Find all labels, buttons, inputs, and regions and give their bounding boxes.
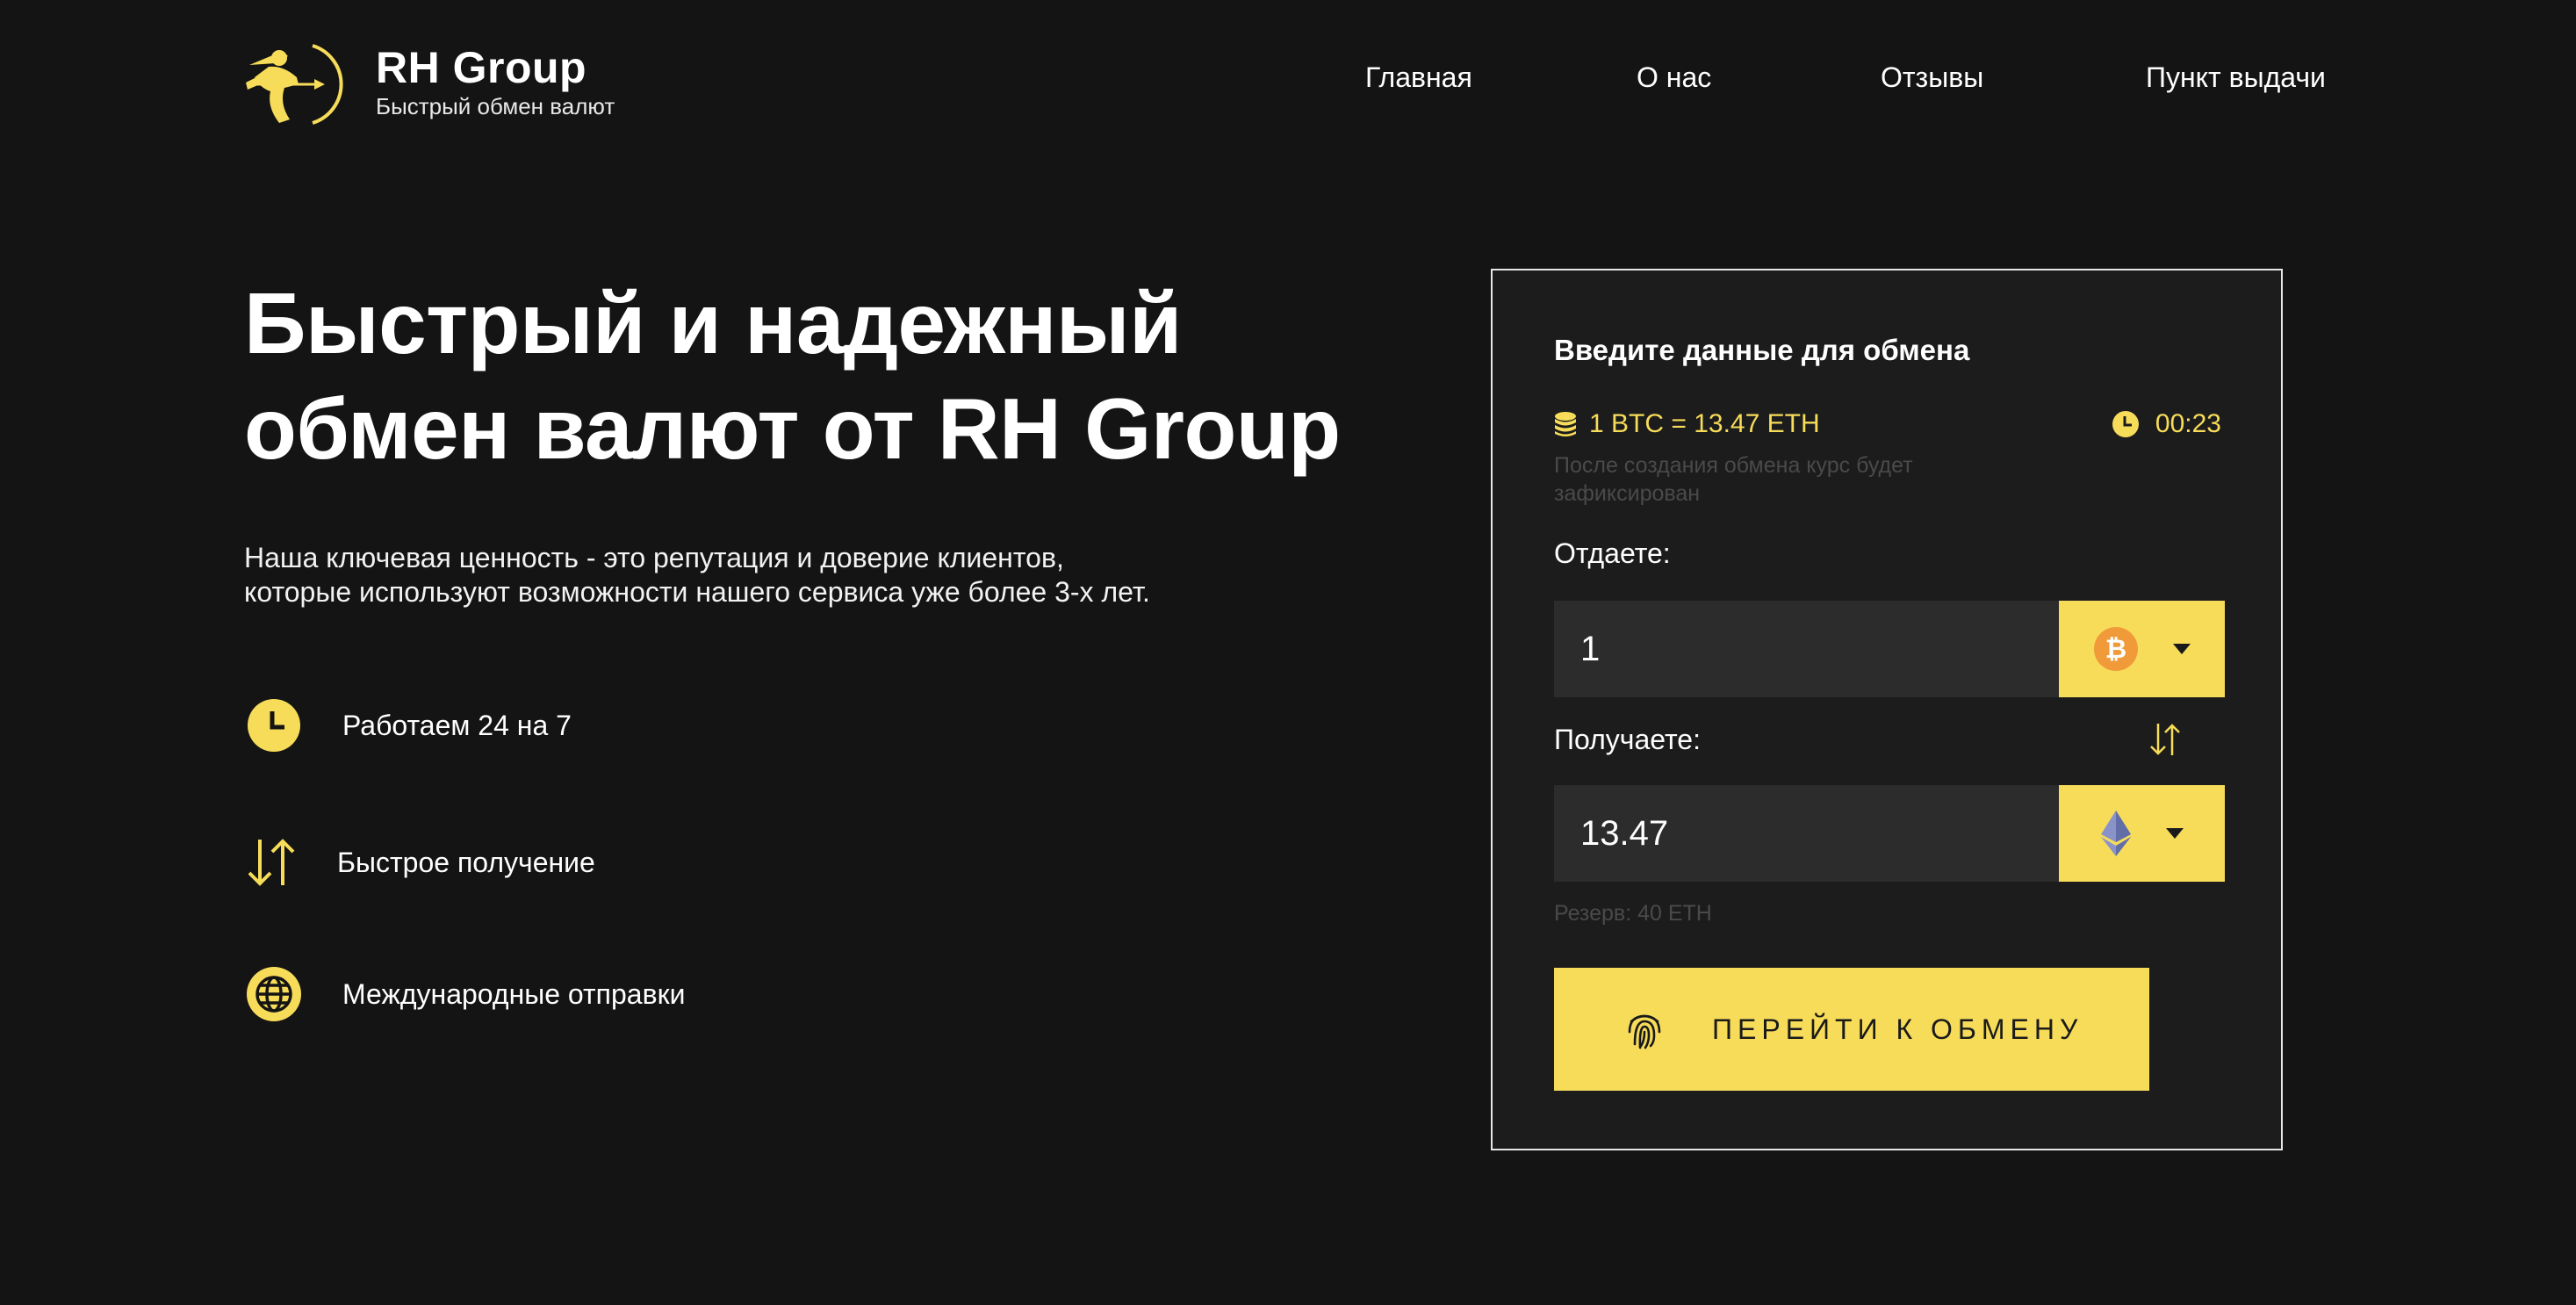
feature-24-7: Работаем 24 на 7 [244, 696, 572, 755]
receive-field [1554, 785, 2225, 882]
hero-title: Быстрый и надежный обмен валют от RH Gro… [244, 270, 1341, 481]
feature-label: Работаем 24 на 7 [342, 709, 572, 741]
coins-icon [1555, 412, 1576, 436]
exchange-submit-button[interactable]: ПЕРЕЙТИ К ОБМЕНУ [1554, 968, 2149, 1091]
archer-logo-icon [246, 44, 343, 125]
hero-desc-line1: Наша ключевая ценность - это репутация и… [244, 542, 1064, 573]
feature-international: Международные отправки [244, 964, 685, 1024]
rate-note: После создания обмена курс будет зафикси… [1554, 453, 1913, 506]
brand-name: RH Group [376, 42, 587, 92]
chevron-down-icon [2165, 828, 2184, 839]
hero-desc-line2: которые используют возможности нашего се… [244, 576, 1150, 608]
rate-text: 1 BTC = 13.47 ETH [1589, 409, 1820, 438]
brand-tagline: Быстрый обмен валют [376, 92, 615, 119]
reserve-text: Резерв: 40 ETH [1554, 901, 1712, 926]
receive-amount-input[interactable] [1554, 785, 2059, 882]
feature-label: Быстрое получение [337, 846, 595, 878]
receive-label: Получаете: [1554, 724, 1701, 755]
exchange-title: Введите данные для обмена [1554, 334, 1970, 366]
logo[interactable]: RH Group Быстрый обмен валют [244, 39, 615, 126]
nav-item-pickup[interactable]: Пункт выдачи [2146, 61, 2326, 94]
clock-icon [2112, 411, 2139, 437]
give-currency-select[interactable]: ₿ [2059, 601, 2225, 697]
hero-title-line1: Быстрый и надежный [244, 275, 1182, 371]
nav-item-home[interactable]: Главная [1365, 61, 1472, 94]
feature-label: Международные отправки [342, 977, 686, 1010]
give-amount-input[interactable] [1554, 601, 2059, 697]
fingerprint-icon [1628, 1014, 1661, 1049]
bitcoin-icon: ₿ [2093, 627, 2138, 671]
arrows-swap-icon [244, 833, 300, 892]
globe-icon [244, 964, 304, 1024]
swap-arrows-icon [2150, 724, 2180, 755]
give-field: ₿ [1554, 601, 2225, 697]
ethereum-icon [2100, 811, 2131, 856]
clock-icon [244, 696, 304, 755]
swap-button[interactable] [2146, 720, 2184, 763]
chevron-down-icon [2172, 644, 2191, 654]
receive-currency-select[interactable] [2059, 785, 2225, 882]
hero-title-line2: обмен валют от RH Group [244, 380, 1341, 477]
give-label: Отдаете: [1554, 537, 1671, 569]
feature-fast-receive: Быстрое получение [244, 833, 595, 892]
nav-item-reviews[interactable]: Отзывы [1881, 61, 1983, 94]
nav-item-about[interactable]: О нас [1637, 61, 1711, 94]
exchange-rate: 1 BTC = 13.47 ETH [1554, 409, 1820, 439]
rate-timer: 00:23 [2112, 409, 2221, 439]
hero-description: Наша ключевая ценность - это репутация и… [244, 541, 1150, 609]
timer-text: 00:23 [2155, 409, 2221, 438]
exchange-submit-label: ПЕРЕЙТИ К ОБМЕНУ [1712, 1013, 2083, 1045]
svg-text:₿: ₿ [2105, 634, 2126, 665]
exchange-card: Введите данные для обмена 1 BTC = 13.47 … [1491, 269, 2283, 1150]
